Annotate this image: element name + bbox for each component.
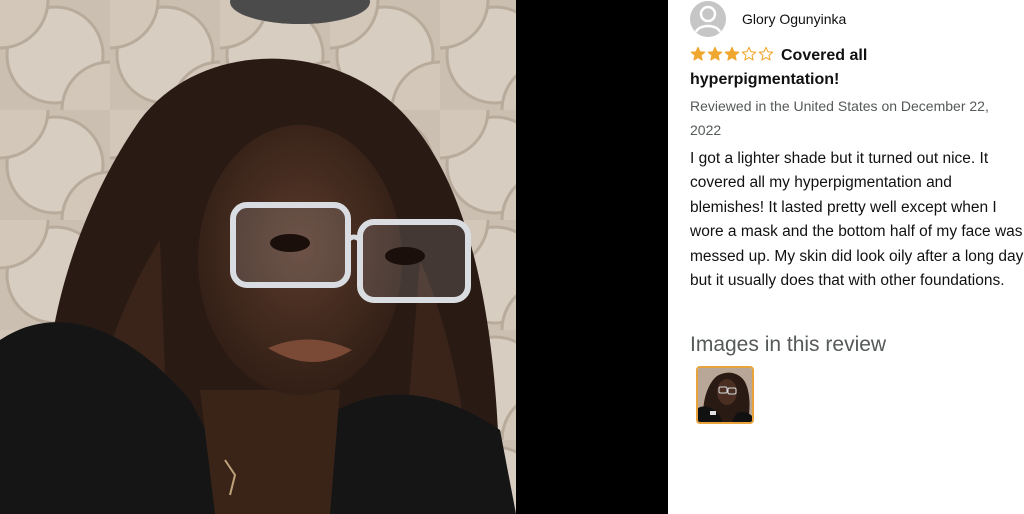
images-heading: Images in this review [690, 333, 887, 356]
star-filled-icon [724, 46, 740, 62]
star-rating [690, 46, 775, 62]
review-date: Reviewed in the United States on Decembe… [690, 98, 989, 138]
user-avatar-icon [690, 1, 726, 37]
reviewer-name[interactable]: Glory Ogunyinka [742, 11, 846, 27]
reviewer-profile[interactable]: Glory Ogunyinka [690, 0, 846, 38]
review-image-thumbnail[interactable] [696, 366, 754, 424]
star-filled-icon [707, 46, 723, 62]
review-photo-large [0, 0, 516, 514]
review-title-block: Covered all hyperpigmentation! [690, 44, 1020, 92]
review-body: I got a lighter shade but it turned out … [690, 150, 1024, 290]
star-empty-icon [758, 46, 774, 62]
image-viewer: Glory Ogunyinka Covered all hyperpigment… [0, 0, 1024, 514]
star-filled-icon [690, 46, 706, 62]
review-panel: Glory Ogunyinka Covered all hyperpigment… [668, 0, 1024, 514]
star-empty-icon [741, 46, 757, 62]
